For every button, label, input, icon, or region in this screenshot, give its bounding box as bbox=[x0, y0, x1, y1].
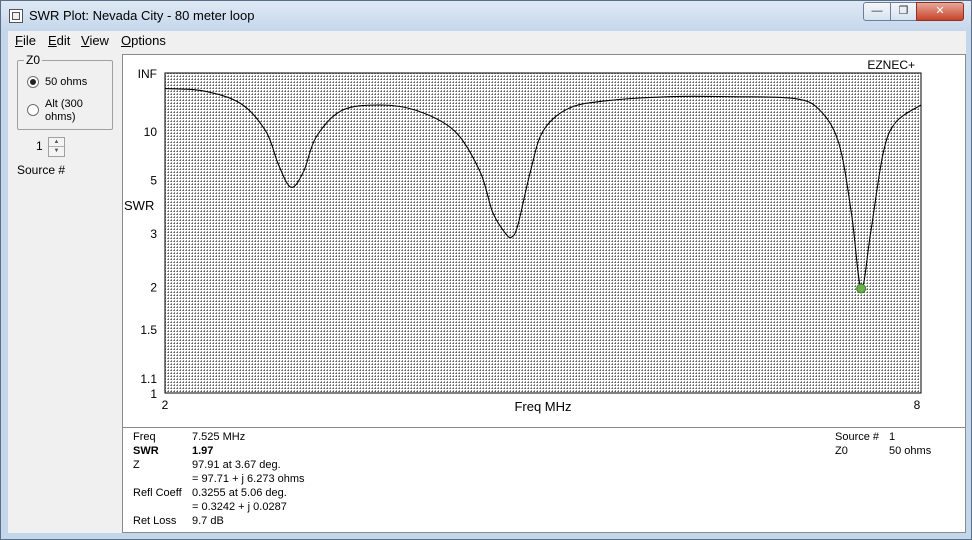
app-icon bbox=[9, 9, 23, 23]
swr-chart[interactable]: INF 10 5 3 2 1.5 1.11 SWR 2 8 Freq MHz EZNEC+ bbox=[123, 55, 965, 427]
radio-50-ohms-label[interactable]: 50 ohms bbox=[45, 76, 87, 89]
refl-coeff-label: Refl Coeff bbox=[133, 487, 182, 499]
menu-edit[interactable]: Edit bbox=[48, 33, 70, 48]
y-tick-label: 3 bbox=[150, 227, 157, 241]
freq-label: Freq bbox=[133, 431, 156, 443]
y-tick-label: 10 bbox=[144, 125, 158, 139]
x-tick-label: 8 bbox=[914, 398, 921, 412]
ret-loss-value: 9.7 dB bbox=[192, 515, 224, 527]
y-tick-label: 1.5 bbox=[140, 323, 157, 337]
menu-view-label: iew bbox=[89, 33, 109, 48]
y-tick-label: 5 bbox=[150, 174, 157, 188]
menu-bar: File Edit View Options bbox=[8, 31, 966, 51]
client-area: Z0 50 ohms Alt (300 ohms) 1 ▲ ▼ Source #… bbox=[8, 51, 966, 533]
ret-loss-label: Ret Loss bbox=[133, 515, 177, 527]
radio-50-ohms[interactable] bbox=[27, 76, 39, 88]
x-axis-label: Freq MHz bbox=[514, 399, 571, 414]
z0-groupbox: Z0 50 ohms Alt (300 ohms) bbox=[17, 53, 113, 130]
swr-plot-window: SWR Plot: Nevada City - 80 meter loop — … bbox=[0, 0, 972, 540]
swr-value: 1.97 bbox=[192, 445, 214, 457]
readout-source-value: 1 bbox=[889, 431, 896, 443]
readout-z0-value: 50 ohms bbox=[889, 445, 932, 457]
menu-options-accel: O bbox=[121, 33, 132, 48]
maximize-button[interactable]: ❐ bbox=[890, 2, 917, 21]
title-bar[interactable]: SWR Plot: Nevada City - 80 meter loop — … bbox=[1, 1, 971, 31]
menu-options-label: ptions bbox=[131, 33, 166, 48]
menu-edit-label: dit bbox=[56, 33, 71, 48]
spinner-up-arrow-icon[interactable]: ▲ bbox=[49, 138, 64, 147]
minimize-button[interactable]: — bbox=[863, 2, 891, 21]
freq-value: 7.525 MHz bbox=[192, 431, 246, 443]
y-tick-label: 2 bbox=[150, 280, 157, 294]
menu-edit-accel: E bbox=[48, 33, 57, 48]
y-tick-label: 1.1 bbox=[140, 372, 157, 386]
window-title: SWR Plot: Nevada City - 80 meter loop bbox=[29, 8, 255, 23]
menu-file-accel: F bbox=[15, 33, 23, 48]
swr-label: SWR bbox=[133, 445, 159, 457]
y-axis-label: SWR bbox=[124, 198, 154, 213]
readout-panel: Freq 7.525 MHz SWR 1.97 Z 97.91 at 3.67 … bbox=[123, 427, 965, 532]
readout-z0-label: Z0 bbox=[835, 445, 848, 457]
y-tick-label: 1 bbox=[150, 387, 157, 401]
eznec-brand-label: EZNEC+ bbox=[867, 58, 915, 72]
source-number-spinner[interactable]: ▲ ▼ bbox=[48, 137, 65, 157]
spinner-down-arrow-icon[interactable]: ▼ bbox=[49, 147, 64, 156]
source-number-label: Source # bbox=[17, 163, 66, 177]
z0-legend: Z0 bbox=[24, 53, 43, 67]
z-value-rect: = 97.71 + j 6.273 ohms bbox=[192, 473, 305, 485]
radio-alt-label-line2[interactable]: ohms) bbox=[45, 111, 76, 124]
refl-coeff-rect: = 0.3242 + j 0.0287 bbox=[192, 501, 287, 513]
readout-source-label: Source # bbox=[835, 431, 880, 443]
menu-view[interactable]: View bbox=[81, 33, 109, 48]
z-value-polar: 97.91 at 3.67 deg. bbox=[192, 459, 281, 471]
menu-options[interactable]: Options bbox=[121, 33, 166, 48]
z-label: Z bbox=[133, 459, 140, 471]
swr-plot-panel[interactable]: INF 10 5 3 2 1.5 1.1 1 SWR 2 8 Freq MHz EZNEC+ Freq … bbox=[122, 54, 966, 533]
radio-alt-label-line1[interactable]: Alt (300 bbox=[45, 98, 83, 111]
menu-file[interactable]: File bbox=[15, 33, 36, 48]
menu-file-label: ile bbox=[22, 33, 36, 48]
y-tick-label: INF bbox=[138, 67, 157, 81]
refl-coeff-polar: 0.3255 at 5.06 deg. bbox=[192, 487, 287, 499]
source-number-value[interactable]: 1 bbox=[36, 139, 43, 153]
x-tick-label: 2 bbox=[162, 398, 169, 412]
radio-alt-300-ohms[interactable] bbox=[27, 104, 39, 116]
frequency-marker bbox=[856, 283, 867, 294]
close-button[interactable]: ✕ bbox=[916, 2, 964, 21]
